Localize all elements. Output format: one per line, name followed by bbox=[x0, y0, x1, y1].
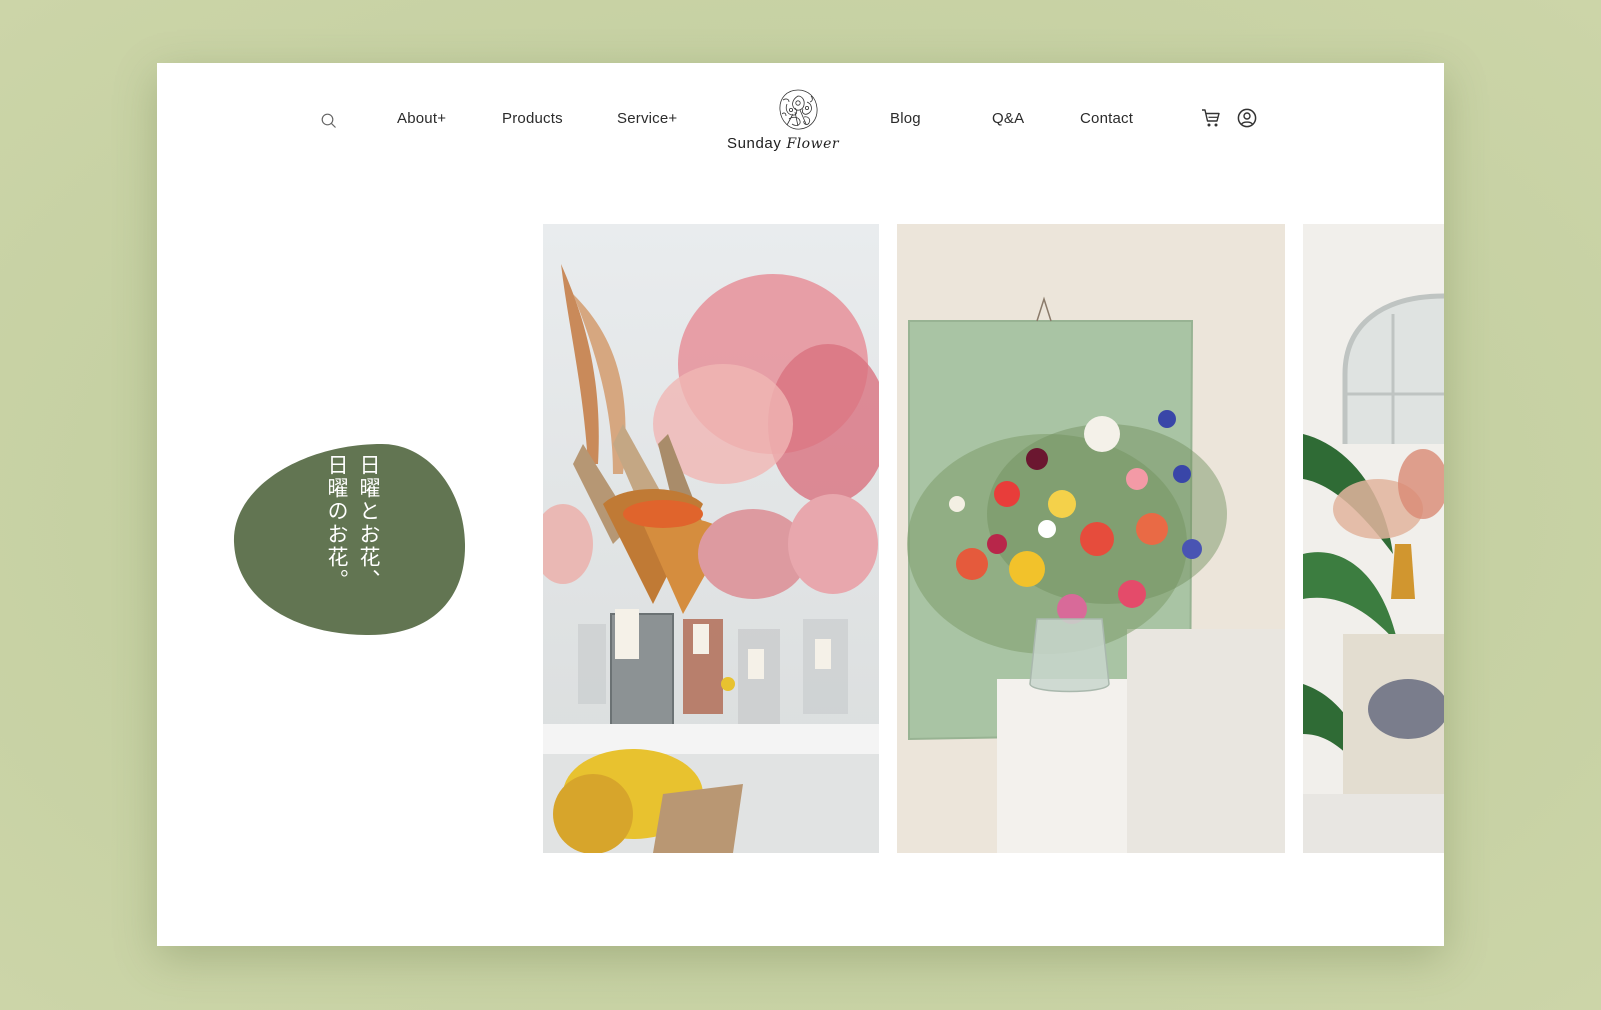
nav-contact[interactable]: Contact bbox=[1080, 110, 1133, 127]
nav-about[interactable]: About+ bbox=[397, 110, 446, 127]
dried-flowers-photo[interactable] bbox=[543, 224, 879, 853]
sunday-flower-logo[interactable]: Sunday Flower bbox=[727, 86, 867, 156]
search-icon[interactable] bbox=[320, 112, 338, 130]
hero-tagline: 日曜とお花、 日曜のお花。 bbox=[321, 454, 385, 629]
flower-arrangement-photo[interactable] bbox=[897, 224, 1285, 853]
plant-room-photo[interactable] bbox=[1303, 224, 1444, 853]
nav-qa[interactable]: Q&A bbox=[992, 110, 1024, 127]
logo-sunday-text: Sunday bbox=[727, 135, 782, 152]
nav-blog[interactable]: Blog bbox=[890, 110, 921, 127]
website-frame: About+ Products Service+ Sunday Flower B… bbox=[157, 63, 1444, 946]
tagline-line-2: 日曜のお花。 bbox=[325, 454, 349, 592]
hero-tagline-badge: 日曜とお花、 日曜のお花。 bbox=[232, 440, 467, 638]
flower-emblem-icon bbox=[779, 89, 818, 130]
nav-products[interactable]: Products bbox=[502, 110, 563, 127]
logo-flower-text: Flower bbox=[786, 136, 840, 152]
user-circle-icon[interactable] bbox=[1236, 107, 1258, 129]
cart-icon[interactable] bbox=[1200, 107, 1222, 129]
nav-service[interactable]: Service+ bbox=[617, 110, 677, 127]
tagline-line-1: 日曜とお花、 bbox=[357, 454, 381, 592]
